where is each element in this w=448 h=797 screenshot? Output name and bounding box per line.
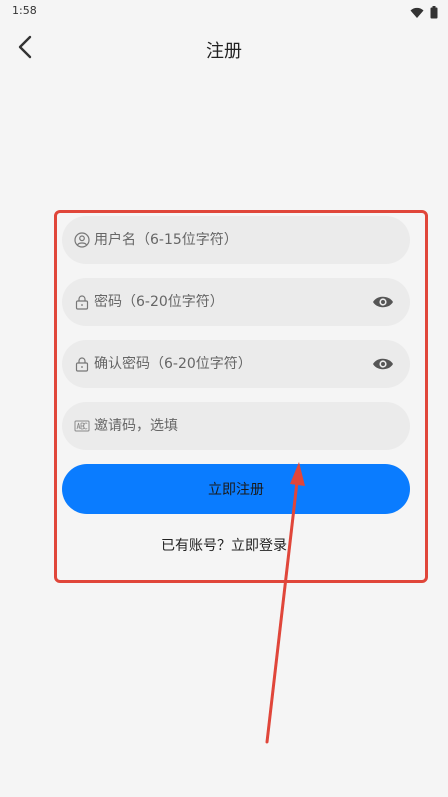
status-bar: 1:58 (0, 0, 448, 22)
eye-icon[interactable] (372, 292, 394, 312)
status-time: 1:58 (12, 4, 37, 17)
annotation-arrow (265, 462, 305, 744)
lock-icon (74, 356, 90, 372)
header: 注册 (0, 22, 448, 74)
confirm-password-input[interactable] (94, 356, 354, 372)
page-title: 注册 (206, 41, 242, 62)
invite-code-input[interactable] (94, 418, 354, 434)
password-field[interactable] (62, 278, 410, 326)
lock-icon (74, 294, 90, 310)
register-button[interactable]: 立即注册 (62, 464, 410, 514)
abc-icon (74, 418, 90, 434)
battery-icon (430, 4, 438, 23)
confirm-password-field[interactable] (62, 340, 410, 388)
wifi-icon (410, 4, 424, 23)
login-link[interactable]: 已有账号？立即登录 (0, 535, 448, 555)
highlight-box (54, 210, 428, 583)
invite-code-field[interactable] (62, 402, 410, 450)
user-icon (74, 232, 90, 248)
password-input[interactable] (94, 294, 354, 310)
eye-icon[interactable] (372, 354, 394, 374)
username-input[interactable] (94, 232, 354, 248)
status-icons (410, 4, 438, 23)
username-field[interactable] (62, 216, 410, 264)
